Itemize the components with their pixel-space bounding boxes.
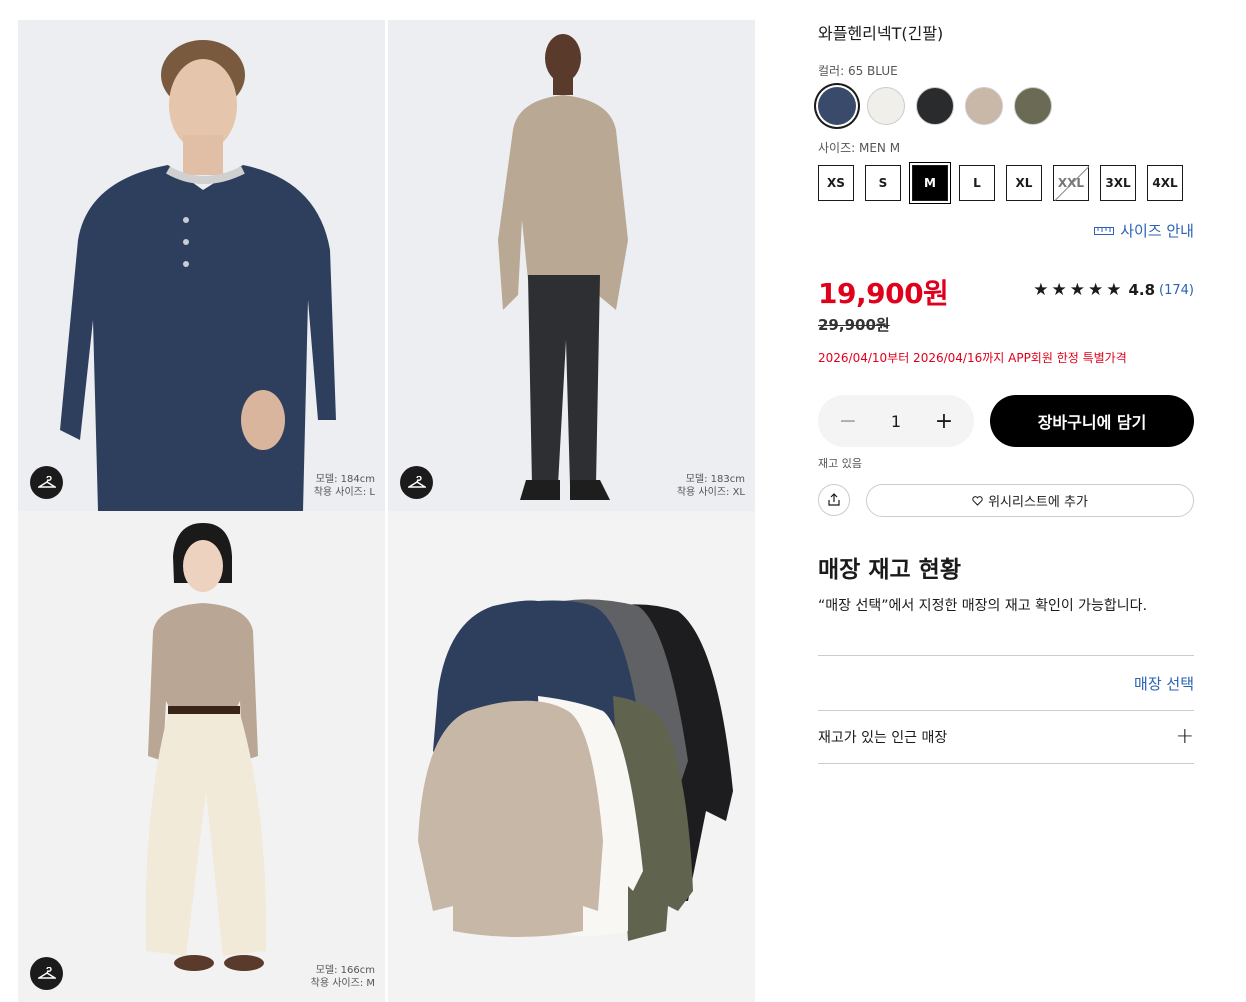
share-icon (828, 493, 840, 506)
review-count-link[interactable]: (174) (1159, 283, 1194, 298)
size-options: XS S M L XL XXL 3XL 4XL (818, 165, 1194, 201)
heart-icon (972, 495, 983, 506)
model-info: 모델: 184cm 착용 사이즈: L (314, 473, 375, 499)
color-label: 컬러: 65 BLUE (818, 64, 898, 78)
add-to-cart-button[interactable]: 장바구니에 담기 (990, 395, 1194, 447)
share-button[interactable] (818, 484, 850, 516)
size-4xl[interactable]: 4XL (1147, 165, 1183, 201)
ruler-icon (1094, 226, 1115, 235)
original-price: 29,900원 (818, 316, 890, 334)
swatch-beige[interactable] (965, 87, 1003, 125)
swatch-blue[interactable] (818, 87, 856, 125)
store-stock-description: “매장 선택”에서 지정한 매장의 재고 확인이 가능합니다. (818, 598, 1148, 614)
product-image-1[interactable]: 모델: 184cm 착용 사이즈: L (18, 20, 385, 511)
size-xxl[interactable]: XXL (1053, 165, 1089, 201)
wishlist-button[interactable]: 위시리스트에 추가 (866, 484, 1194, 517)
divider (818, 763, 1194, 764)
select-store-link[interactable]: 매장 선택 (1134, 673, 1194, 694)
nearby-stores-label: 재고가 있는 인근 매장 (818, 729, 948, 746)
size-xl[interactable]: XL (1006, 165, 1042, 201)
swatch-off-white[interactable] (867, 87, 905, 125)
size-s[interactable]: S (865, 165, 901, 201)
rating: ★★★★★ 4.8 (174) (1033, 280, 1194, 300)
hanger-icon (37, 966, 56, 979)
quantity-value: 1 (890, 411, 902, 431)
model-height: 모델: 183cm (685, 474, 745, 485)
swatch-olive[interactable] (1014, 87, 1052, 125)
plus-icon[interactable]: + (932, 409, 956, 434)
price-block: 19,900원 29,900원 2026/04/10부터 2026/04/16까… (818, 272, 1194, 366)
color-swatches (818, 87, 1194, 125)
product-image-4[interactable] (388, 511, 755, 1002)
product-image-3[interactable]: 모델: 166cm 착용 사이즈: M (18, 511, 385, 1002)
model-info: 모델: 183cm 착용 사이즈: XL (677, 473, 745, 499)
model-wear-size: 착용 사이즈: L (313, 487, 375, 498)
model-photo-navy (18, 20, 385, 511)
size-l[interactable]: L (959, 165, 995, 201)
model-wear-size: 착용 사이즈: M (310, 978, 375, 989)
product-gallery: 모델: 184cm 착용 사이즈: L 모델: 183cm 착용 사이즈: XL (18, 20, 755, 1002)
model-photo-female (18, 511, 385, 1002)
quantity-stepper: − 1 + (818, 395, 974, 447)
try-on-hanger-button[interactable] (400, 466, 433, 499)
stock-status: 재고 있음 (818, 457, 862, 470)
model-height: 모델: 166cm (315, 965, 375, 976)
size-guide-link[interactable]: 사이즈 안내 (1094, 220, 1194, 241)
flatlay-photo-colors (388, 511, 755, 1002)
rating-score: 4.8 (1128, 281, 1156, 299)
store-stock-title: 매장 재고 현황 (818, 557, 961, 583)
model-wear-size: 착용 사이즈: XL (676, 487, 745, 498)
size-m[interactable]: M (912, 165, 948, 201)
size-guide-label: 사이즈 안내 (1120, 222, 1194, 240)
size-xs[interactable]: XS (818, 165, 854, 201)
try-on-hanger-button[interactable] (30, 466, 63, 499)
size-label: 사이즈: MEN M (818, 141, 901, 155)
swatch-black[interactable] (916, 87, 954, 125)
try-on-hanger-button[interactable] (30, 957, 63, 990)
model-photo-beige-full (388, 20, 755, 511)
product-title: 와플헨리넥T(긴팔) (818, 24, 944, 43)
nearby-stores-accordion[interactable]: 재고가 있는 인근 매장 + (818, 710, 1194, 763)
model-info: 모델: 166cm 착용 사이즈: M (311, 964, 375, 990)
minus-icon[interactable]: − (836, 409, 860, 434)
product-image-2[interactable]: 모델: 183cm 착용 사이즈: XL (388, 20, 755, 511)
rating-stars-icon: ★★★★★ (1033, 280, 1125, 300)
hanger-icon (407, 475, 426, 488)
promo-text: 2026/04/10부터 2026/04/16까지 APP회원 한정 특별가격 (818, 351, 1127, 365)
model-height: 모델: 184cm (315, 474, 375, 485)
product-detail-panel: 와플헨리넥T(긴팔) 컬러: 65 BLUE 사이즈: MEN M XS S M… (818, 20, 1194, 764)
divider (818, 655, 1194, 656)
wishlist-label: 위시리스트에 추가 (988, 495, 1088, 510)
size-3xl[interactable]: 3XL (1100, 165, 1136, 201)
hanger-icon (37, 475, 56, 488)
expand-plus-icon: + (1175, 724, 1194, 749)
